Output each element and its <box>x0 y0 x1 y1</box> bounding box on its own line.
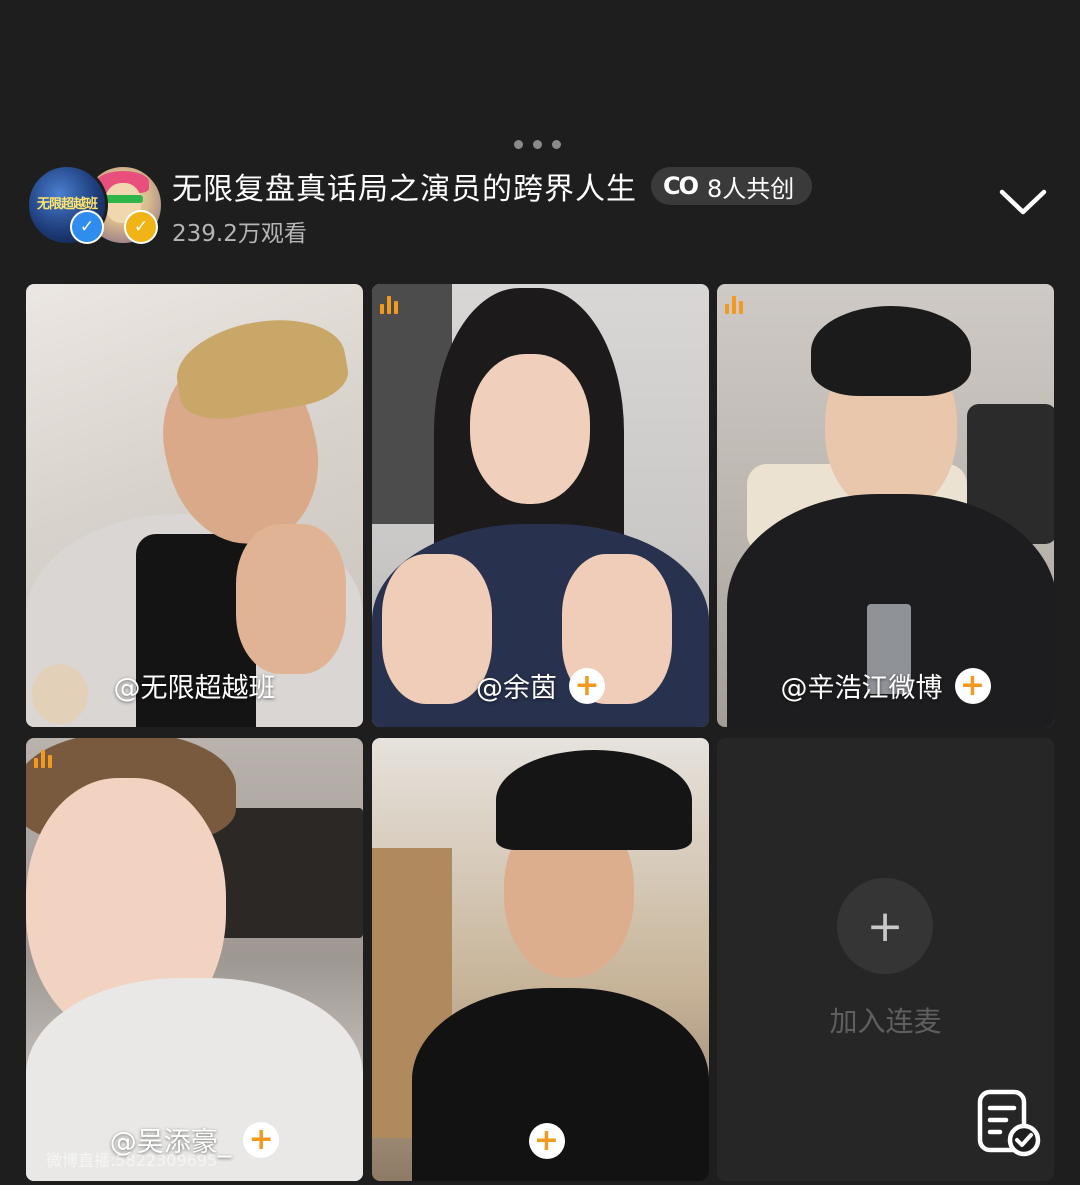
page-dot <box>552 140 561 149</box>
participant-name-tag: @无限超越班 <box>26 666 363 705</box>
participant-name-tag: + <box>372 1123 709 1159</box>
follow-button[interactable]: + <box>954 667 991 704</box>
page-dot <box>533 140 542 149</box>
video-tile[interactable]: @辛浩江微博 + <box>717 284 1054 727</box>
signal-bars-icon <box>34 750 52 768</box>
page-indicator <box>514 140 561 149</box>
watermark: 微博直播:5822309695 <box>46 1151 218 1170</box>
chevron-down-icon[interactable] <box>998 184 1048 220</box>
signal-bars-icon <box>380 296 398 314</box>
participant-name[interactable]: @余茵 <box>476 666 557 705</box>
participant-name-tag: @余茵 + <box>372 666 709 705</box>
video-tile[interactable]: + <box>372 738 709 1181</box>
co-create-icon: CO <box>663 172 699 200</box>
co-create-label: 8人共创 <box>707 174 795 203</box>
follow-button[interactable]: + <box>569 667 605 704</box>
co-create-badge[interactable]: CO 8人共创 <box>651 167 813 205</box>
join-mic-label: 加入连麦 <box>829 1005 942 1038</box>
page-title: 无限复盘真话局之演员的跨界人生 <box>172 172 637 207</box>
participant-name-tag: @辛浩江微博 + <box>717 666 1054 705</box>
video-tile[interactable]: @余茵 + <box>372 284 709 727</box>
join-mic-button[interactable]: + <box>837 878 933 974</box>
participant-name[interactable]: @无限超越班 <box>114 666 276 705</box>
live-room-panel: 无限超越班 ✓ ✓ 无限复盘真话局之演员的跨界人生 CO 8人共创 239.2万… <box>0 0 1080 1185</box>
title-row: 无限复盘真话局之演员的跨界人生 CO 8人共创 <box>172 164 813 208</box>
follow-button[interactable]: + <box>243 1121 280 1158</box>
viewer-count: 239.2万观看 <box>172 221 307 247</box>
video-tile[interactable]: @吴添豪_ + 微博直播:5822309695 <box>26 738 363 1181</box>
follow-button[interactable]: + <box>528 1123 565 1159</box>
page-dot <box>514 140 523 149</box>
host-avatars[interactable]: 无限超越班 ✓ ✓ <box>26 162 166 246</box>
verified-badge-icon: ✓ <box>70 210 104 244</box>
live-header: 无限超越班 ✓ ✓ 无限复盘真话局之演员的跨界人生 CO 8人共创 239.2万… <box>26 162 1056 247</box>
document-check-icon[interactable] <box>976 1088 1042 1158</box>
signal-bars-icon <box>725 296 743 314</box>
video-tile-host[interactable]: @无限超越班 <box>26 284 363 727</box>
verified-badge-icon: ✓ <box>124 210 158 244</box>
participant-name[interactable]: @辛浩江微博 <box>781 666 943 705</box>
